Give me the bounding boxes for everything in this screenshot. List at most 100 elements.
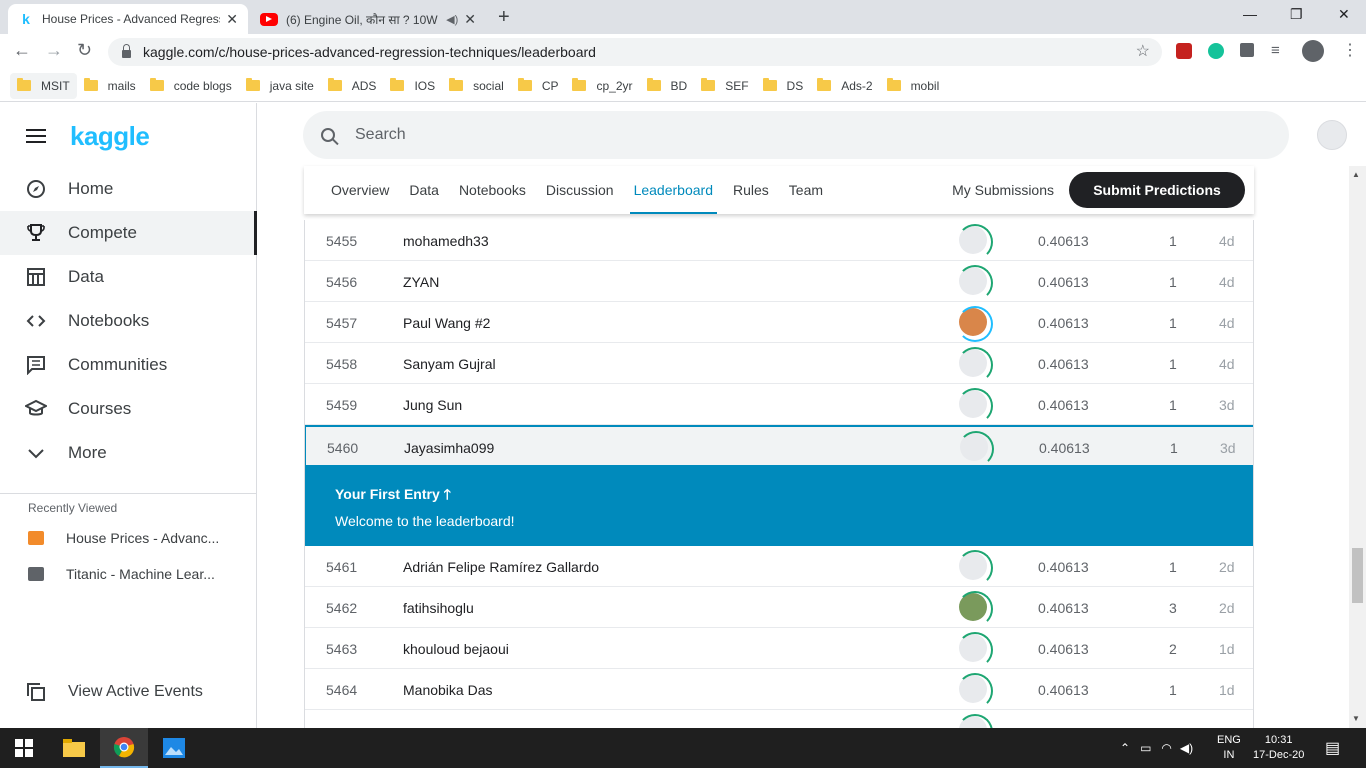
bookmark-bd[interactable]: BD xyxy=(640,73,695,99)
avatar[interactable] xyxy=(958,431,994,467)
avatar[interactable] xyxy=(957,265,993,301)
media-queue-icon[interactable]: ≡ xyxy=(1271,42,1280,59)
table-row[interactable]: 5463 khouloud bejaoui 0.40613 2 1d xyxy=(305,628,1253,669)
battery-icon[interactable]: ▭ xyxy=(1140,741,1151,755)
extension-red-icon[interactable] xyxy=(1176,43,1192,59)
table-row[interactable]: 5455 mohamedh33 0.40613 1 4d xyxy=(305,220,1253,261)
sidebar-item-data[interactable]: Data xyxy=(0,255,257,299)
chrome-taskbar-icon[interactable] xyxy=(100,728,148,768)
bookmark-ads-2[interactable]: Ads-2 xyxy=(810,73,879,99)
team-name[interactable]: khouloud bejaoui xyxy=(403,641,509,657)
team-name[interactable]: Adrián Felipe Ramírez Gallardo xyxy=(403,559,599,575)
tab-notebooks[interactable]: Notebooks xyxy=(459,166,526,214)
window-close-icon[interactable]: ✕ xyxy=(1338,6,1350,23)
table-row[interactable]: 5461 Adrián Felipe Ramírez Gallardo 0.40… xyxy=(305,546,1253,587)
tab-leaderboard[interactable]: Leaderboard xyxy=(629,166,718,214)
table-row-partial[interactable] xyxy=(305,710,1253,728)
tab-overview[interactable]: Overview xyxy=(331,166,389,214)
wifi-icon[interactable]: ◠ xyxy=(1161,741,1171,755)
my-submissions-link[interactable]: My Submissions xyxy=(952,182,1054,198)
team-name[interactable]: fatihsihoglu xyxy=(403,600,474,616)
my-table-row[interactable]: 5460 Jayasimha099 0.40613 1 3d xyxy=(305,425,1253,467)
sidebar-item-notebooks[interactable]: Notebooks xyxy=(0,299,257,343)
bookmark-cp-2yr[interactable]: cp_2yr xyxy=(565,73,639,99)
notifications-icon[interactable]: ▤ xyxy=(1325,728,1340,768)
bookmark-msit[interactable]: MSIT xyxy=(10,72,77,99)
recent-item-titanic[interactable]: Titanic - Machine Lear... xyxy=(28,566,215,582)
table-row[interactable]: 5459 Jung Sun 0.40613 1 3d xyxy=(305,384,1253,425)
sidebar-item-more[interactable]: More xyxy=(0,431,257,475)
bookmark-star-icon[interactable]: ☆ xyxy=(1136,41,1150,61)
bookmark-code-blogs[interactable]: code blogs xyxy=(143,73,239,99)
sidebar-item-home[interactable]: Home xyxy=(0,167,257,211)
bookmark-ios[interactable]: IOS xyxy=(383,73,442,99)
team-name[interactable]: mohamedh33 xyxy=(403,233,489,249)
bookmark-cp[interactable]: CP xyxy=(511,73,566,99)
table-row[interactable]: 5458 Sanyam Gujral 0.40613 1 4d xyxy=(305,343,1253,384)
photos-icon[interactable] xyxy=(150,728,198,768)
avatar[interactable] xyxy=(957,347,993,383)
avatar[interactable] xyxy=(957,388,993,424)
close-tab-icon[interactable]: ✕ xyxy=(464,11,476,28)
table-row[interactable]: 5456 ZYAN 0.40613 1 4d xyxy=(305,261,1253,302)
tab-team[interactable]: Team xyxy=(789,166,823,214)
sidebar-item-compete[interactable]: Compete xyxy=(0,211,257,255)
restore-icon[interactable]: ❐ xyxy=(1290,6,1303,23)
kaggle-logo[interactable]: kaggle xyxy=(70,121,150,152)
tab-data[interactable]: Data xyxy=(409,166,439,214)
browser-tab-kaggle[interactable]: k House Prices - Advanced Regress ✕ xyxy=(8,4,248,34)
avatar[interactable] xyxy=(957,673,993,709)
sidebar-item-courses[interactable]: Courses xyxy=(0,387,257,431)
sidebar-item-communities[interactable]: Communities xyxy=(0,343,257,387)
scroll-up-arrow-icon[interactable]: ▲ xyxy=(1352,170,1360,179)
tab-rules[interactable]: Rules xyxy=(733,166,769,214)
team-name[interactable]: Paul Wang #2 xyxy=(403,315,490,331)
extensions-puzzle-icon[interactable] xyxy=(1240,43,1254,57)
team-name[interactable]: Manobika Das xyxy=(403,682,493,698)
bookmark-sef[interactable]: SEF xyxy=(694,73,755,99)
recent-item-house-prices[interactable]: House Prices - Advanc... xyxy=(28,530,219,546)
hamburger-menu-icon[interactable] xyxy=(26,129,46,143)
table-row[interactable]: 5457 Paul Wang #2 0.40613 1 4d xyxy=(305,302,1253,343)
language-indicator[interactable]: ENG IN xyxy=(1217,728,1241,768)
view-active-events[interactable]: View Active Events xyxy=(0,670,257,714)
page-scrollbar[interactable] xyxy=(1349,166,1366,728)
avatar[interactable] xyxy=(957,632,993,668)
avatar[interactable] xyxy=(957,591,993,627)
profile-avatar[interactable] xyxy=(1302,40,1324,62)
close-tab-icon[interactable]: ✕ xyxy=(226,11,238,28)
scrollbar-thumb[interactable] xyxy=(1352,548,1363,603)
team-name[interactable]: ZYAN xyxy=(403,274,439,290)
forward-icon[interactable]: → xyxy=(45,40,63,61)
back-icon[interactable]: ← xyxy=(13,40,31,61)
volume-icon[interactable]: ◀) xyxy=(1180,741,1193,755)
avatar[interactable] xyxy=(957,550,993,586)
bookmark-ds[interactable]: DS xyxy=(756,73,811,99)
team-name[interactable]: Jayasimha099 xyxy=(404,440,494,456)
minimize-icon[interactable]: — xyxy=(1243,6,1257,22)
tab-discussion[interactable]: Discussion xyxy=(546,166,614,214)
reload-icon[interactable]: ↻ xyxy=(77,40,92,61)
table-row[interactable]: 5462 fatihsihoglu 0.40613 3 2d xyxy=(305,587,1253,628)
windows-start-icon[interactable] xyxy=(0,728,48,768)
search-input[interactable]: Search xyxy=(303,111,1289,159)
bookmark-mails[interactable]: mails xyxy=(77,73,143,99)
team-name[interactable]: Jung Sun xyxy=(403,397,462,413)
avatar[interactable] xyxy=(957,224,993,260)
bookmark-social[interactable]: social xyxy=(442,73,511,99)
avatar[interactable] xyxy=(957,306,993,342)
file-explorer-icon[interactable] xyxy=(50,728,98,768)
grammarly-icon[interactable] xyxy=(1208,43,1224,59)
chevron-up-icon[interactable]: ⌃ xyxy=(1120,741,1130,755)
bookmark-java-site[interactable]: java site xyxy=(239,73,321,99)
clock[interactable]: 10:31 17-Dec-20 xyxy=(1253,728,1304,768)
browser-tab-youtube[interactable]: (6) Engine Oil, कौन सा ? 10W ◀) ✕ xyxy=(250,4,486,34)
bookmark-mobil[interactable]: mobil xyxy=(880,73,947,99)
table-row[interactable]: 5464 Manobika Das 0.40613 1 1d xyxy=(305,669,1253,710)
avatar[interactable] xyxy=(957,714,993,728)
new-tab-button[interactable]: + xyxy=(498,6,510,29)
menu-dots-icon[interactable]: ⋮ xyxy=(1342,40,1358,60)
bookmark-ads[interactable]: ADS xyxy=(321,73,384,99)
speaker-icon[interactable]: ◀) xyxy=(446,13,458,26)
address-bar[interactable]: kaggle.com/c/house-prices-advanced-regre… xyxy=(108,38,1162,66)
